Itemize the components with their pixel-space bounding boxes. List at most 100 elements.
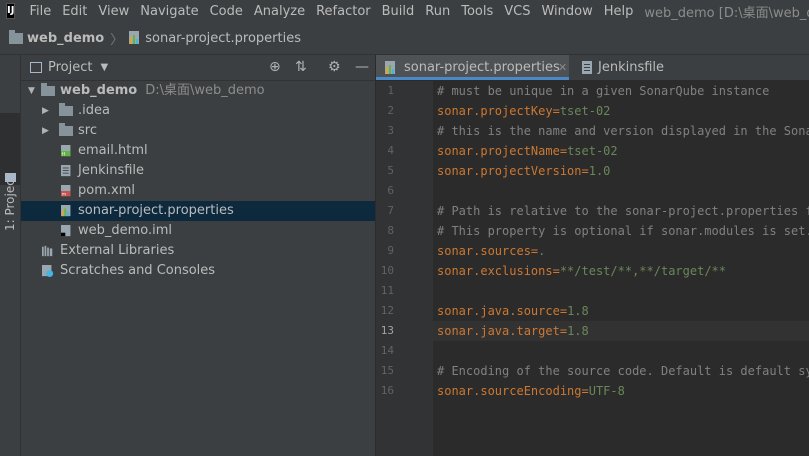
property-equals: = [581,164,589,178]
code-line: sonar.projectName=tset-02 [437,141,618,161]
html-file-icon: H [61,145,71,157]
tree-item-src[interactable]: ▶ src [21,121,375,141]
line-number: 9 [387,244,394,257]
module-file-icon [61,225,71,237]
code-line: sonar.projectVersion=1.0 [437,161,610,181]
tree-item-jenkinsfile[interactable]: Jenkinsfile [21,161,375,181]
svg-text:m: m [62,193,66,197]
chevron-right-icon[interactable]: ▶ [42,121,49,141]
svg-text:H: H [62,152,65,157]
code-line: sonar.sources=. [437,241,545,261]
line-number: 3 [387,124,394,137]
code-line: # Encoding of the source code. Default i… [437,361,809,381]
menu-tools[interactable]: Tools [455,4,498,19]
tree-item-label: sonar-project.properties [78,203,234,218]
menu-edit[interactable]: Edit [56,4,92,19]
tree-item-scratches-and-consoles[interactable]: Scratches and Consoles [21,261,375,281]
property-value: 1.0 [588,164,611,178]
code-line: sonar.sourceEncoding=UTF-8 [437,381,625,401]
menu-window[interactable]: Window [535,4,597,19]
locate-file-icon[interactable]: ⊕ [269,59,281,75]
breadcrumb-separator: 〉 [110,32,124,48]
line-number: 4 [387,144,394,157]
project-folder-icon [41,83,55,96]
menu-refactor[interactable]: Refactor [310,4,376,19]
menu-bar: IJ File Edit View Navigate Code Analyze … [0,0,809,22]
project-tool-folder-icon [5,173,16,182]
tree-item-label: Jenkinsfile [78,163,145,178]
chevron-down-icon[interactable]: ▼ [28,81,35,101]
window-title: web_demo [D:\桌面\web_demo] [644,5,809,21]
chevron-down-icon[interactable]: ▼ [100,62,108,73]
properties-file-icon [129,31,140,44]
properties-file-icon [385,61,395,74]
property-key: sonar.projectVersion [437,164,582,178]
menu-analyze[interactable]: Analyze [248,4,310,19]
property-value: UTF-8 [588,384,625,398]
line-number: 11 [380,284,394,297]
project-panel-title[interactable]: Project [48,60,92,75]
line-number-gutter: 1 2 3 4 5 6 7 8 9 10 11 12 13 14 15 16 [376,81,433,456]
tree-item-label: .idea [78,103,110,118]
code-area[interactable]: # must be unique in a given SonarQube in… [433,81,809,456]
tab-sonar-project-properties[interactable]: sonar-project.properties ✕ [376,55,569,80]
tab-label: Jenkinsfile [598,60,665,75]
tree-item-label: pom.xml [78,183,135,198]
close-icon[interactable]: ✕ [558,55,567,80]
property-key: sonar.projectKey [437,104,553,118]
tree-item-sonar-project-properties[interactable]: sonar-project.properties [21,201,375,221]
menu-vcs[interactable]: VCS [498,4,535,19]
property-value: **/test/**,**/target/** [559,264,726,278]
property-key: sonar.sources [437,244,531,258]
breadcrumb-file[interactable]: sonar-project.properties [145,31,301,46]
tree-item-label: src [78,123,97,138]
gear-icon[interactable]: ⚙ [328,59,341,75]
menu-code[interactable]: Code [204,4,248,19]
tool-window-strip: 1: Project [0,55,21,456]
tree-item-label: web_demo.iml [78,223,173,238]
maven-file-icon: m [61,185,71,197]
property-equals: = [552,264,560,278]
menu-run[interactable]: Run [419,4,455,19]
property-value: tset-02 [567,144,618,158]
tree-item-web-demo-iml[interactable]: web_demo.iml [21,221,375,241]
tab-jenkinsfile[interactable]: Jenkinsfile [576,55,676,80]
tab-label: sonar-project.properties [404,60,560,75]
tree-item-email-html[interactable]: H email.html [21,141,375,161]
property-key: sonar.exclusions [437,264,553,278]
line-number: 13 [380,324,394,337]
tree-item-label: External Libraries [60,243,175,258]
tree-item-pom-xml[interactable]: m pom.xml [21,181,375,201]
hide-panel-icon[interactable]: — [355,59,369,75]
collapse-all-icon[interactable]: ⇅ [295,59,307,75]
line-number: 8 [387,224,394,237]
text-file-icon [582,61,592,74]
line-number: 10 [380,264,394,277]
line-number: 16 [380,384,394,397]
project-panel-header: Project ▼ ⊕ ⇅ ⚙ — [21,55,375,81]
project-path: D:\桌面\web_demo [145,83,265,98]
menu-help[interactable]: Help [598,4,639,19]
line-number: 15 [380,364,394,377]
menu-file[interactable]: File [23,4,56,19]
code-line: sonar.java.source=1.8 [437,301,589,321]
chevron-right-icon[interactable]: ▶ [42,101,49,121]
menu-navigate[interactable]: Navigate [134,4,203,19]
menu-view[interactable]: View [92,4,134,19]
code-comment: # This property is optional if sonar.mod… [437,224,809,238]
editor-tabs: sonar-project.properties ✕ Jenkinsfile [376,55,809,80]
tree-item-idea[interactable]: ▶ .idea [21,101,375,121]
scratches-icon [42,265,54,277]
tree-item-web-demo[interactable]: ▼ web_demo D:\桌面\web_demo [21,81,375,101]
project-view-icon [30,62,42,73]
property-value: tset-02 [559,104,611,118]
code-line: # must be unique in a given SonarQube in… [437,81,769,101]
breadcrumb: web_demo 〉 sonar-project.properties [0,22,809,55]
breadcrumb-project[interactable]: web_demo [27,31,104,46]
tree-item-external-libraries[interactable]: External Libraries [21,241,375,261]
tree-item-label: email.html [78,143,148,158]
editor: sonar-project.properties ✕ Jenkinsfile 1… [376,55,809,456]
code-line: # this is the name and version displayed… [437,121,809,141]
menu-build[interactable]: Build [376,4,420,19]
line-number: 2 [387,104,394,117]
